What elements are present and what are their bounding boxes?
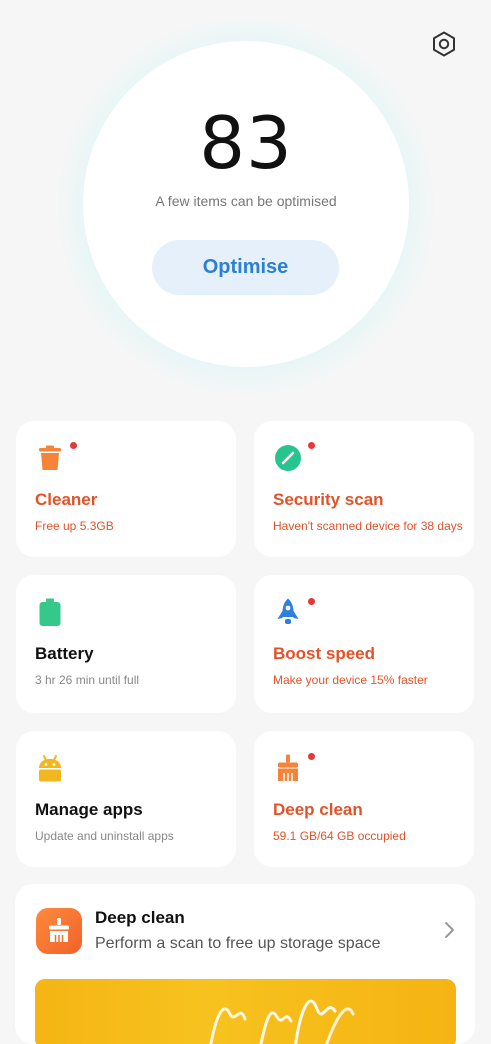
card-title: Boost speed [273,644,376,663]
card-title: Deep clean [273,800,363,819]
promo-subtitle: Perform a scan to free up storage space [95,935,381,952]
card-subtitle: 3 hr 26 min until full [35,673,140,687]
card-title: Cleaner [35,490,98,509]
settings-button[interactable] [428,28,460,60]
optimise-button[interactable]: Optimise [152,240,339,295]
settings-hexagon-icon [433,31,455,57]
card-deep-clean[interactable]: Deep clean 59.1 GB/64 GB occupied [254,731,474,867]
card-cleaner[interactable]: Cleaner Free up 5.3GB [16,421,236,557]
card-manage-apps[interactable]: Manage apps Update and uninstall apps [16,731,236,867]
score-circle: 83 A few items can be optimised Optimise [83,41,409,367]
score-value: 83 [199,101,293,185]
card-subtitle: 59.1 GB/64 GB occupied [273,829,406,843]
card-title: Battery [35,644,94,663]
card-title: Manage apps [35,800,143,819]
alert-dot [308,598,315,605]
card-subtitle: Update and uninstall apps [35,829,174,843]
broom-icon [273,753,303,783]
card-battery[interactable]: Battery 3 hr 26 min until full [16,575,236,713]
card-boost-speed[interactable]: Boost speed Make your device 15% faster [254,575,474,713]
battery-icon [35,597,65,627]
card-subtitle: Free up 5.3GB [35,519,114,533]
rocket-icon [273,597,303,627]
card-subtitle: Make your device 15% faster [273,673,428,687]
deep-clean-promo-card[interactable]: Deep clean Perform a scan to free up sto… [15,884,475,1044]
card-security-scan[interactable]: Security scan Haven't scanned device for… [254,421,474,557]
chevron-right-icon[interactable] [439,920,459,940]
card-subtitle: Haven't scanned device for 38 days [273,519,463,533]
deep-clean-banner-image [35,979,456,1044]
security-scan-icon [273,443,303,473]
alert-dot [70,442,77,449]
promo-title: Deep clean [95,908,185,927]
alert-dot [308,753,315,760]
android-apps-icon [35,753,65,783]
alert-dot [308,442,315,449]
card-title: Security scan [273,490,384,509]
broom-icon [36,908,82,954]
trash-can-icon [35,443,65,473]
score-description: A few items can be optimised [155,193,337,209]
